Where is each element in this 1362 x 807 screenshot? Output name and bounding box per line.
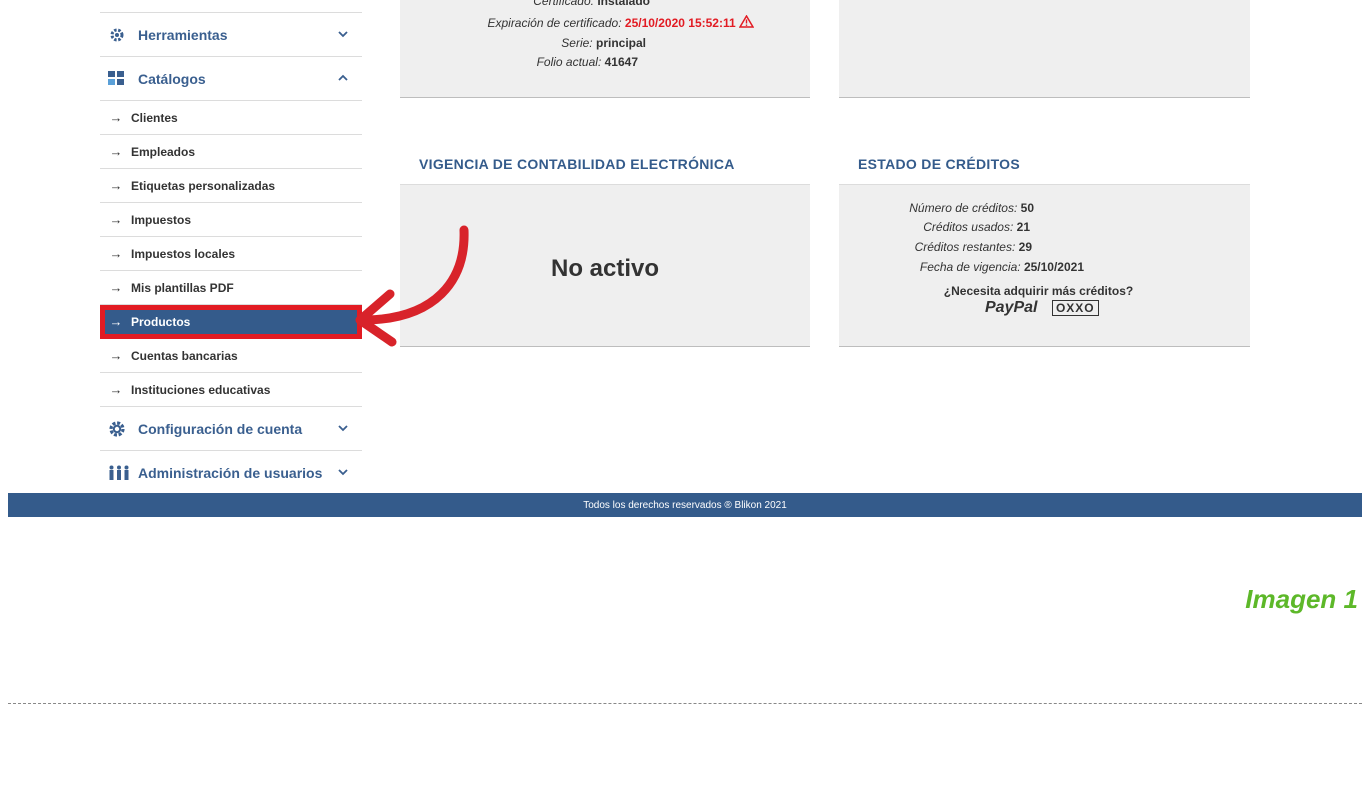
sidebar: Herramientas Catálogos → Clientes → Emplea… bbox=[100, 0, 362, 495]
sidebar-item-label: Productos bbox=[131, 314, 191, 329]
arrow-right-icon: → bbox=[109, 246, 123, 261]
sidebar-item-label: Impuestos bbox=[131, 212, 192, 227]
sidebar-item-label: Instituciones educativas bbox=[131, 382, 271, 397]
folio-value: 41647 bbox=[604, 55, 638, 69]
sidebar-item-plantillas-pdf[interactable]: → Mis plantillas PDF bbox=[100, 271, 362, 305]
sidebar-section-configuracion[interactable]: Configuración de cuenta bbox=[100, 407, 362, 451]
tools-gear-icon bbox=[108, 26, 130, 44]
arrow-right-icon: → bbox=[109, 178, 123, 193]
sidebar-item-impuestos[interactable]: → Impuestos bbox=[100, 203, 362, 237]
arrow-right-icon: → bbox=[109, 314, 123, 329]
sidebar-section-label: Herramientas bbox=[138, 26, 228, 43]
usados-label: Créditos usados: bbox=[923, 220, 1014, 234]
sidebar-item-label: Empleados bbox=[131, 144, 196, 159]
footer-copyright: Todos los derechos reservados ® Blikon 2… bbox=[583, 499, 787, 511]
serie-row: Serie: principal bbox=[561, 36, 646, 50]
sidebar-item-etiquetas[interactable]: → Etiquetas personalizadas bbox=[100, 169, 362, 203]
sidebar-item-label: Etiquetas personalizadas bbox=[131, 178, 276, 193]
sidebar-item-cuentas-bancarias[interactable]: → Cuentas bancarias bbox=[100, 339, 362, 373]
creditos-restantes-row: Créditos restantes: 29 bbox=[915, 240, 1032, 254]
fecha-vigencia-row: Fecha de vigencia: 25/10/2021 bbox=[920, 260, 1084, 274]
sidebar-item-productos[interactable]: → Productos bbox=[100, 305, 362, 339]
contabilidad-header: VIGENCIA DE CONTABILIDAD ELECTRÓNICA bbox=[419, 156, 735, 172]
paypal-button[interactable]: PayPal bbox=[985, 299, 1037, 316]
arrow-right-icon: → bbox=[109, 110, 123, 125]
catalog-items-list: → Clientes → Empleados → Etiquetas personal… bbox=[100, 101, 362, 407]
numero-value: 50 bbox=[1020, 201, 1034, 215]
folio-row: Folio actual: 41647 bbox=[537, 55, 638, 69]
cog-icon bbox=[108, 420, 130, 438]
vigencia-label: Fecha de vigencia: bbox=[919, 260, 1021, 274]
arrow-right-icon: → bbox=[109, 212, 123, 227]
numero-creditos-row: Número de créditos: 50 bbox=[909, 201, 1034, 215]
payment-options: PayPal OXXO bbox=[985, 299, 1099, 317]
chevron-down-icon[interactable] bbox=[336, 465, 350, 479]
usados-value: 21 bbox=[1016, 220, 1030, 234]
page-footer: Todos los derechos reservados ® Blikon 2… bbox=[8, 493, 1362, 517]
top-right-panel bbox=[839, 0, 1250, 98]
buy-credits-text: ¿Necesita adquirir más créditos? bbox=[943, 284, 1134, 298]
sidebar-item-label: Cuentas bancarias bbox=[131, 348, 238, 363]
sidebar-item-label: Mis plantillas PDF bbox=[131, 280, 234, 295]
sidebar-item-impuestos-locales[interactable]: → Impuestos locales bbox=[100, 237, 362, 271]
arrow-right-icon: → bbox=[109, 144, 123, 159]
chevron-down-icon[interactable] bbox=[336, 421, 350, 435]
image-caption: Imagen 1 bbox=[1245, 584, 1358, 614]
cert-label: Certificado: bbox=[533, 0, 594, 8]
dashed-divider bbox=[8, 703, 1362, 704]
expiration-label: Expiración de certificado: bbox=[487, 16, 622, 30]
certificate-status-row: Certificado: Instalado bbox=[533, 0, 650, 8]
arrow-right-icon: → bbox=[109, 280, 123, 295]
annotation-arrow bbox=[355, 225, 469, 347]
oxxo-button[interactable]: OXXO bbox=[1051, 300, 1099, 316]
sidebar-section-label: Catálogos bbox=[138, 70, 206, 87]
sidebar-item-instituciones[interactable]: → Instituciones educativas bbox=[100, 373, 362, 407]
certificate-panel: Certificado: Instalado Expiración de cer… bbox=[400, 0, 810, 98]
creditos-usados-row: Créditos usados: 21 bbox=[923, 220, 1030, 234]
grid-icon bbox=[108, 70, 130, 87]
creditos-header: ESTADO DE CRÉDITOS bbox=[858, 156, 1021, 172]
arrow-right-icon: → bbox=[109, 348, 123, 363]
expiration-row: Expiración de certificado: 25/10/2020 15… bbox=[487, 14, 755, 30]
arrow-right-icon: → bbox=[109, 382, 123, 397]
serie-value: principal bbox=[595, 36, 646, 50]
sidebar-item-clientes[interactable]: → Clientes bbox=[100, 101, 362, 135]
users-icon bbox=[108, 465, 130, 481]
folio-label: Folio actual: bbox=[536, 55, 602, 69]
chevron-up-icon[interactable] bbox=[336, 71, 350, 85]
sidebar-item-label: Impuestos locales bbox=[131, 246, 236, 261]
expiration-value: 25/10/2020 15:52:11 bbox=[624, 16, 736, 30]
cert-value: Instalado bbox=[597, 0, 650, 8]
sidebar-section-catalogos[interactable]: Catálogos bbox=[100, 57, 362, 101]
numero-label: Número de créditos: bbox=[909, 201, 1018, 215]
sidebar-item-empleados[interactable]: → Empleados bbox=[100, 135, 362, 169]
serie-label: Serie: bbox=[561, 36, 593, 50]
sidebar-section-label: Configuración de cuenta bbox=[138, 420, 303, 437]
sidebar-item-label: Clientes bbox=[131, 110, 178, 125]
vigencia-value: 25/10/2021 bbox=[1023, 260, 1084, 274]
sidebar-section-label: Administración de usuarios bbox=[138, 464, 323, 481]
sidebar-top-divider bbox=[100, 0, 362, 13]
sidebar-section-herramientas[interactable]: Herramientas bbox=[100, 13, 362, 57]
sidebar-section-administracion[interactable]: Administración de usuarios bbox=[100, 451, 362, 495]
creditos-panel: Número de créditos: 50 Créditos usados: … bbox=[839, 184, 1250, 347]
restantes-value: 29 bbox=[1018, 240, 1032, 254]
chevron-down-icon[interactable] bbox=[336, 27, 350, 41]
restantes-label: Créditos restantes: bbox=[914, 240, 1016, 254]
warning-icon bbox=[738, 14, 755, 28]
